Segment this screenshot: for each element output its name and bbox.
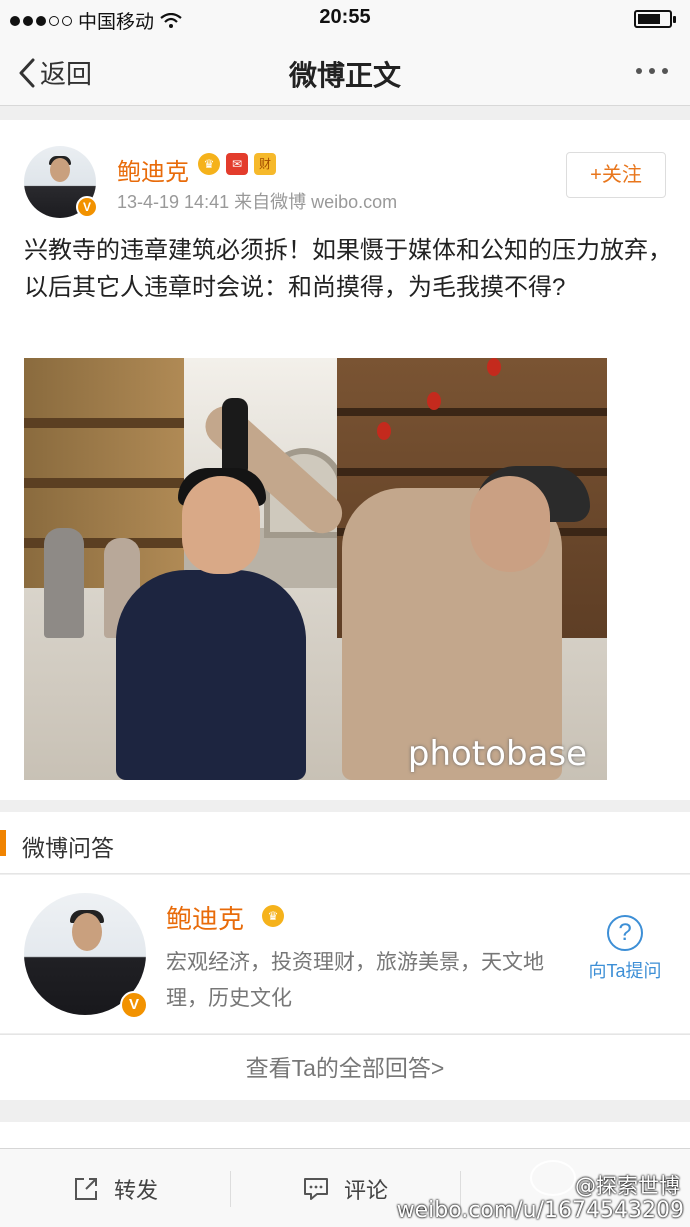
battery-icon — [634, 10, 676, 28]
repost-icon — [74, 1177, 97, 1200]
comment-icon — [303, 1177, 328, 1200]
post-card: V 鲍迪克 ♛ ✉ 财 13-4-19 14:41 来自微博 weibo.com… — [0, 120, 690, 800]
ask-question-label: 向Ta提问 — [588, 961, 662, 981]
ask-question-button[interactable]: ? 向Ta提问 — [578, 915, 672, 983]
qa-section-title: 微博问答 — [22, 835, 114, 861]
watermark-user: @探索世博 — [575, 1174, 680, 1198]
qa-profile-card: V 鲍迪克 ♛ 宏观经济，投资理财，旅游美景，天文地理，历史文化 ? 向Ta提问 — [0, 875, 690, 1033]
clock: 20:55 — [319, 6, 371, 28]
more-options-icon[interactable] — [636, 68, 668, 74]
repost-label: 转发 — [113, 1177, 158, 1203]
post-text: 兴教寺的违章建筑必须拆！如果慑于媒体和公知的压力放弃，以后其它人违章时会说：和尚… — [24, 237, 672, 301]
comment-label: 评论 — [343, 1177, 388, 1203]
red-envelope-icon[interactable]: ✉ — [226, 153, 248, 175]
page-title: 微博正文 — [288, 60, 401, 91]
post-source: 来自微博 weibo.com — [234, 192, 398, 212]
crown-icon[interactable]: ♛ — [262, 905, 284, 927]
wealth-badge-icon[interactable]: 财 — [254, 153, 276, 175]
view-all-answers-link[interactable]: 查看Ta的全部回答> — [0, 1034, 690, 1100]
watermark-url: weibo.com/u/1674543209 — [396, 1198, 684, 1223]
qa-author-name[interactable]: 鲍迪克 — [166, 899, 244, 936]
verified-icon: V — [76, 196, 98, 218]
qa-expertise-tags: 宏观经济，投资理财，旅游美景，天文地理，历史文化 — [166, 951, 544, 1010]
post-photo[interactable]: photobase — [24, 358, 607, 780]
photo-watermark: photobase — [407, 734, 587, 774]
qa-section-header: 微博问答 — [0, 812, 690, 874]
author-name[interactable]: 鲍迪克 — [117, 152, 189, 187]
nav-bar: 返回 微博正文 — [0, 38, 690, 106]
post-timestamp: 13-4-19 14:41 — [117, 192, 230, 212]
question-icon: ? — [607, 915, 643, 951]
section-accent-bar — [0, 830, 6, 856]
user-badges: ♛ ✉ 财 — [198, 153, 276, 175]
verified-icon: V — [120, 991, 148, 1019]
repost-button[interactable]: 转发 — [0, 1149, 230, 1227]
crown-icon[interactable]: ♛ — [198, 153, 220, 175]
follow-button[interactable]: +关注 — [566, 152, 666, 198]
weibo-logo-icon — [530, 1160, 576, 1196]
status-bar: 中国移动 20:55 — [0, 0, 690, 38]
post-meta: 13-4-19 14:41 来自微博 weibo.com — [117, 188, 397, 214]
